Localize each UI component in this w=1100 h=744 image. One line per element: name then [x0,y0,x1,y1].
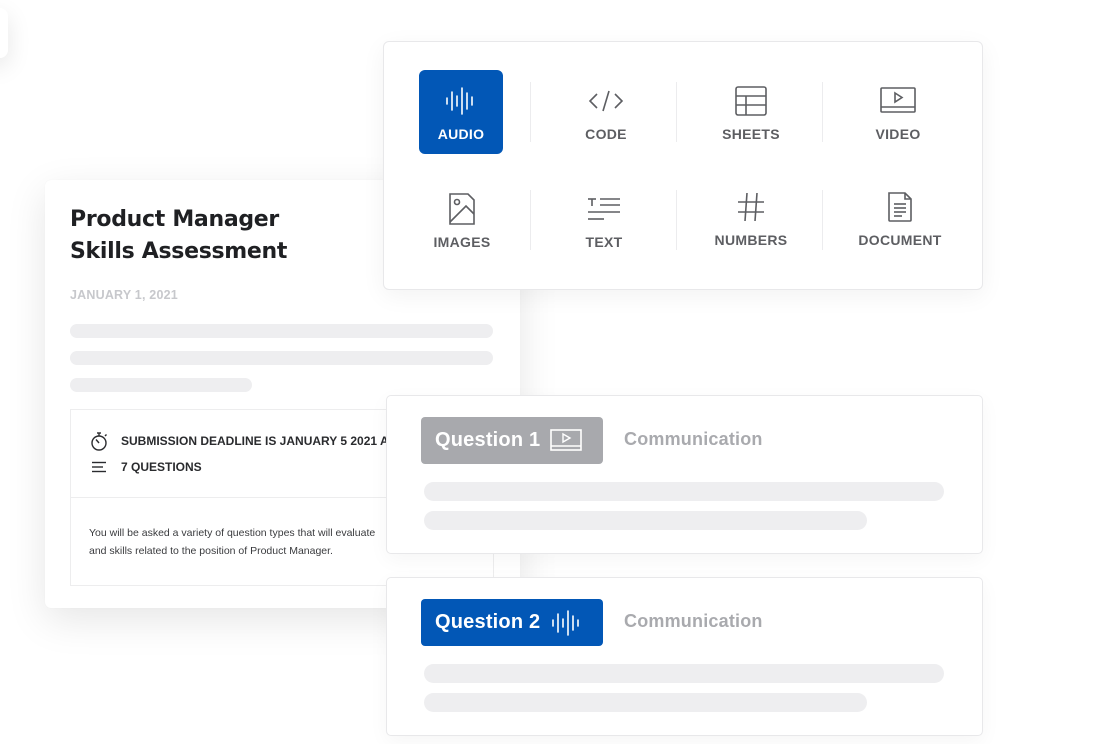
background-card [0,8,8,58]
media-type-video[interactable]: VIDEO [856,70,940,154]
stopwatch-icon [89,431,109,451]
divider [530,190,531,250]
question-category: Communication [624,429,763,449]
skeleton-line [70,324,493,338]
media-type-label: SHEETS [722,126,780,142]
media-type-label: AUDIO [437,126,485,142]
media-type-text[interactable]: TEXT [562,178,646,262]
code-icon [588,84,624,118]
question-label: Question 1 [435,429,541,451]
video-icon [550,428,583,453]
skeleton-line [424,664,944,683]
media-type-numbers[interactable]: NUMBERS [709,176,793,260]
spreadsheet-icon [735,84,767,118]
media-type-document[interactable]: DOCUMENT [858,176,942,260]
media-type-label: DOCUMENT [858,232,942,248]
skeleton-line [70,351,493,365]
question-card[interactable]: Question 2 Communication [386,577,983,736]
question-card[interactable]: Question 1 Communication [386,395,983,554]
hash-icon [737,190,765,224]
media-type-label: CODE [585,126,627,142]
deadline-text: SUBMISSION DEADLINE IS JANUARY 5 2021 AT [121,434,396,448]
media-type-images[interactable]: IMAGES [420,178,504,262]
media-type-label: IMAGES [433,234,491,250]
deadline-row: SUBMISSION DEADLINE IS JANUARY 5 2021 AT [89,431,395,451]
audio-waveform-icon [445,84,477,118]
divider [676,82,677,142]
assessment-title-line-1: Product Manager [70,207,279,232]
image-icon [448,192,476,226]
question-category: Communication [624,611,763,631]
media-type-label: TEXT [585,234,623,250]
media-type-code[interactable]: CODE [564,70,648,154]
assessment-title: Product Manager Skills Assessment [70,204,400,268]
list-icon [89,457,109,477]
assessment-title-line-2: Skills Assessment [70,239,288,264]
media-type-label: NUMBERS [714,232,788,248]
media-type-sheets[interactable]: SHEETS [709,70,793,154]
question-label: Question 2 [435,611,541,633]
divider [530,82,531,142]
media-type-audio[interactable]: AUDIO [419,70,503,154]
skeleton-line [424,482,944,501]
skeleton-line [70,378,252,392]
skeleton-line [424,511,867,530]
assessment-date: JANUARY 1, 2021 [70,288,178,302]
video-icon [880,84,916,118]
question-badge[interactable]: Question 1 [421,417,603,464]
divider [676,190,677,250]
divider [822,82,823,142]
skeleton-line [424,693,867,712]
media-type-picker: AUDIO CODE SHEETS VIDEO IMAGES TEXT NUMB… [383,41,983,290]
audio-waveform-icon [550,609,580,636]
document-icon [887,190,913,224]
text-icon [587,192,621,226]
media-type-label: VIDEO [875,126,921,142]
questions-count-row: 7 QUESTIONS [89,457,202,477]
question-badge[interactable]: Question 2 [421,599,603,646]
questions-count-text: 7 QUESTIONS [121,460,202,474]
divider [822,190,823,250]
